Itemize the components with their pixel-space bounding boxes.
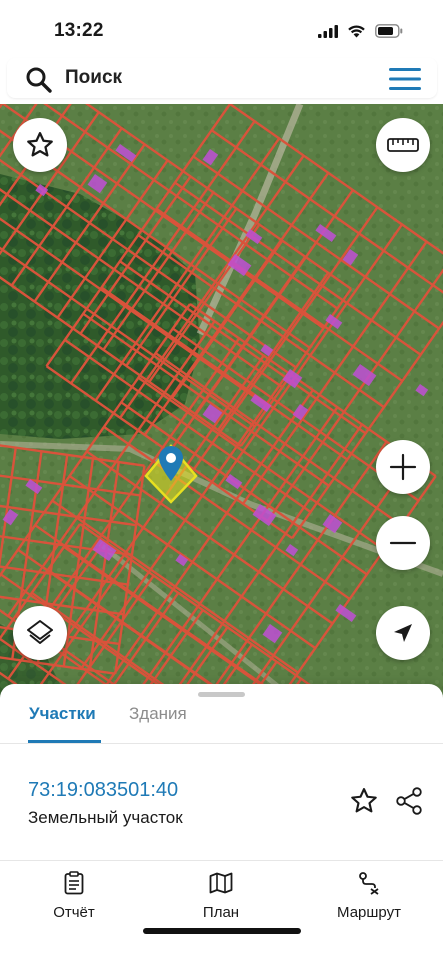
wifi-icon — [347, 24, 366, 43]
sheet-grabber[interactable] — [198, 692, 245, 697]
ruler-icon[interactable] — [376, 118, 430, 172]
battery-icon — [375, 24, 403, 43]
cellular-signal-icon — [318, 24, 338, 43]
layers-icon[interactable] — [13, 606, 67, 660]
parcel-type: Земельный участок — [28, 808, 183, 827]
hamburger-menu-icon[interactable] — [389, 68, 421, 95]
locate-arrow-icon[interactable] — [376, 606, 430, 660]
nav-report-button[interactable]: Отчёт — [24, 870, 124, 921]
status-time: 13:22 — [54, 20, 104, 41]
satellite-cadastral-map[interactable] — [0, 104, 443, 704]
tab-parcels[interactable]: Участки — [29, 704, 96, 724]
nav-plan-label: План — [202, 904, 240, 921]
search-input[interactable]: Поиск — [65, 67, 122, 89]
map-view[interactable] — [0, 104, 443, 704]
status-icons — [318, 24, 403, 43]
home-indicator — [143, 928, 301, 934]
favorite-star-icon[interactable] — [13, 118, 67, 172]
route-icon — [319, 870, 419, 896]
star-outline-icon[interactable] — [349, 786, 379, 821]
nav-route-button[interactable]: Маршрут — [319, 870, 419, 921]
parcel-cadastral-number[interactable]: 73:19:083501:40 — [28, 779, 178, 802]
tab-buildings[interactable]: Здания — [129, 704, 187, 724]
nav-plan-button[interactable]: План — [171, 870, 271, 921]
search-bar[interactable]: Поиск — [7, 58, 437, 98]
map-plan-icon — [171, 870, 271, 896]
zoom-out-icon[interactable] — [376, 516, 430, 570]
location-pin-icon[interactable] — [157, 444, 185, 487]
status-bar: 13:22 — [0, 0, 443, 58]
nav-route-label: Маршрут — [337, 904, 401, 921]
share-icon[interactable] — [394, 786, 424, 821]
search-icon[interactable] — [25, 66, 53, 99]
zoom-in-icon[interactable] — [376, 440, 430, 494]
bottom-sheet[interactable]: Участки Здания 73:19:083501:40 Земельный… — [0, 684, 443, 960]
report-clipboard-icon — [24, 870, 124, 896]
tab-divider — [0, 743, 443, 744]
nav-report-label: Отчёт — [53, 904, 95, 921]
sheet-divider — [0, 860, 443, 861]
